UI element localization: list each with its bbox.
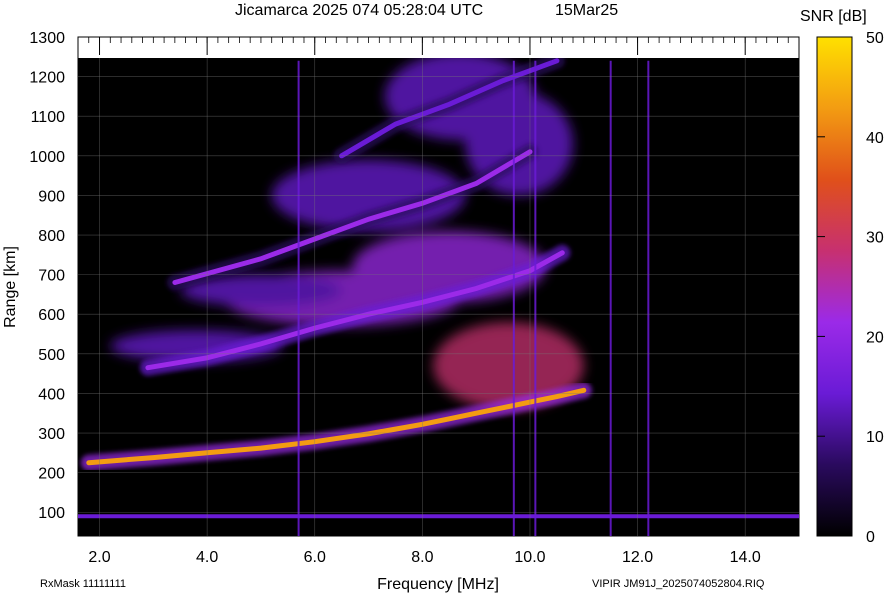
y-tick-label: 1100 [31,109,66,126]
colorbar-tick-label: 50 [866,30,884,47]
colorbar [816,36,853,537]
rx-mask-label: RxMask 11111111 [40,578,126,590]
y-tick-label: 100 [38,505,65,522]
x-tick-label: 14.0 [730,549,761,566]
y-tick-label: 400 [38,386,65,403]
y-tick-label: 600 [38,307,65,324]
x-axis-label: Frequency [MHz] [377,576,499,593]
ionogram-figure: Jicamarca 2025 074 05:28:04 UTC 15Mar25 … [2,2,884,593]
y-axis-ticks: 100 200 300 400 500 600 700 800 900 1000 1100 1200 1… [29,30,65,522]
file-label: VIPIR JM91J_2025074052804.RIQ [592,578,765,590]
colorbar-label: SNR [dB] [800,8,867,25]
colorbar-tick-label: 10 [866,429,884,446]
x-tick-label: 2.0 [88,549,110,566]
chart-date: 15Mar25 [555,2,618,19]
y-tick-label: 200 [38,466,65,483]
y-tick-label: 1200 [29,70,65,87]
x-tick-label: 8.0 [411,549,433,566]
x-tick-label: 6.0 [304,549,326,566]
x-tick-label: 10.0 [514,549,545,566]
y-axis-label: Range [km] [2,246,19,328]
colorbar-tick-label: 40 [866,130,884,147]
y-tick-label: 500 [38,347,65,364]
y-tick-label: 900 [38,188,65,205]
colorbar-tick-label: 20 [866,329,884,346]
y-tick-label: 800 [38,228,65,245]
colorbar-tick-label: 0 [866,529,875,546]
x-tick-label: 4.0 [196,549,218,566]
chart-title: Jicamarca 2025 074 05:28:04 UTC [235,2,483,19]
colorbar-tick-label: 30 [866,230,884,247]
y-tick-label: 1000 [29,149,65,166]
y-tick-label: 300 [38,426,65,443]
y-tick-label: 700 [38,268,65,285]
y-tick-label: 1300 [29,30,65,47]
x-tick-label: 12.0 [622,549,653,566]
